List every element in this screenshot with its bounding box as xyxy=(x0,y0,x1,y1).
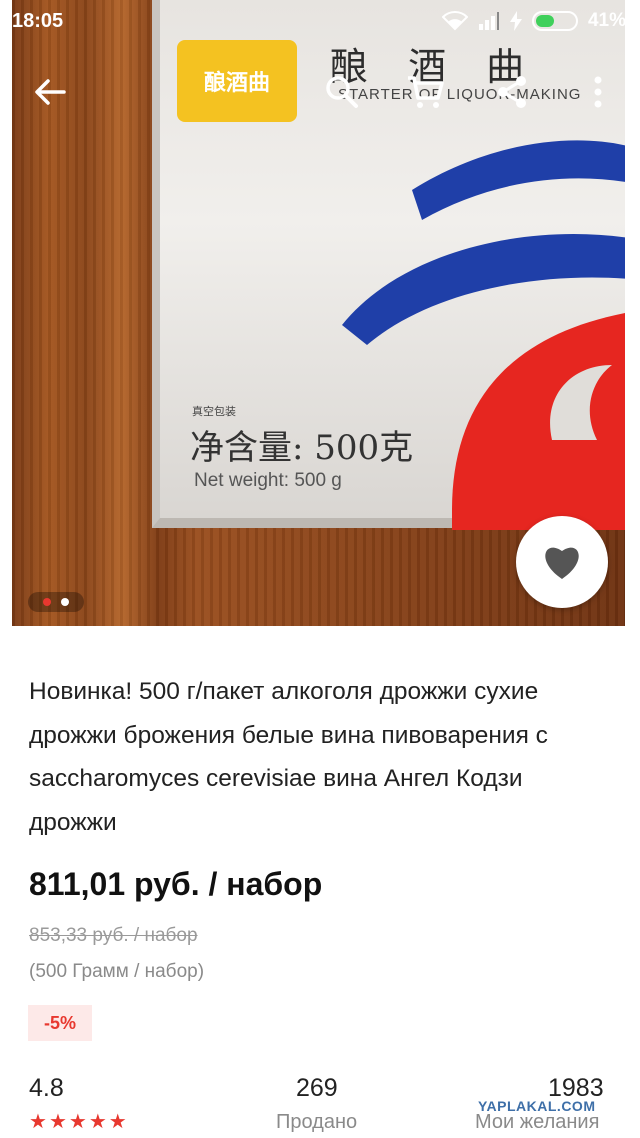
back-button[interactable] xyxy=(26,68,74,116)
sold-label: Продано xyxy=(276,1111,358,1133)
net-label-small: 真空包装 xyxy=(192,406,236,418)
share-button[interactable] xyxy=(488,68,536,116)
product-title: Новинка! 500 г/пакет алкоголя дрожжи сух… xyxy=(29,678,548,836)
brand-logo: 酿酒曲 xyxy=(177,40,297,122)
battery-icon xyxy=(531,11,578,31)
battery-percent: 41% xyxy=(587,10,626,31)
product-old-price: 853,33 руб. / набор xyxy=(29,925,198,946)
status-time: 18:05 xyxy=(12,10,64,32)
charging-icon xyxy=(509,11,522,31)
package-en-title: STARTER OF LIQUOR-MAKING xyxy=(338,86,582,103)
net-weight-en: Net weight: 500 g xyxy=(194,470,342,491)
star-icon: ★ xyxy=(108,1111,127,1133)
wishlist-button[interactable] xyxy=(516,516,608,608)
more-vertical-icon xyxy=(594,76,602,108)
rating-stars[interactable]: ★ ★ ★ ★ ★ xyxy=(29,1112,127,1132)
status-icons: 41% xyxy=(441,10,626,32)
product-unit: (500 Грамм / набор) xyxy=(29,961,205,982)
carousel-dot-1[interactable] xyxy=(43,598,51,606)
net-weight-cn: 净含量: 500克 xyxy=(190,428,414,468)
search-button[interactable] xyxy=(318,68,366,116)
rating-value: 4.8 xyxy=(29,1074,64,1102)
heart-icon xyxy=(545,547,579,579)
watermark: YAPLAKAL.COM xyxy=(478,1098,596,1114)
signal-icon xyxy=(478,12,499,30)
wifi-icon xyxy=(441,11,468,31)
cart-icon xyxy=(408,76,444,108)
wishlist-label[interactable]: Мои желания xyxy=(475,1111,599,1134)
product-price: 811,01 руб. / набор xyxy=(29,866,323,902)
discount-badge: -5% xyxy=(28,1005,92,1041)
search-icon xyxy=(326,76,358,108)
share-icon xyxy=(498,76,526,108)
more-button[interactable] xyxy=(574,68,622,116)
star-icon: ★ xyxy=(29,1111,47,1133)
star-icon: ★ xyxy=(48,1111,67,1133)
star-icon: ★ xyxy=(88,1111,107,1133)
star-icon: ★ xyxy=(68,1111,87,1133)
cart-button[interactable] xyxy=(402,68,450,116)
carousel-indicator[interactable] xyxy=(28,592,84,612)
sold-count: 269 xyxy=(296,1074,338,1102)
arrow-left-icon xyxy=(35,79,66,105)
carousel-dot-2[interactable] xyxy=(61,598,69,606)
status-bar: 18:05 41% xyxy=(0,0,640,46)
